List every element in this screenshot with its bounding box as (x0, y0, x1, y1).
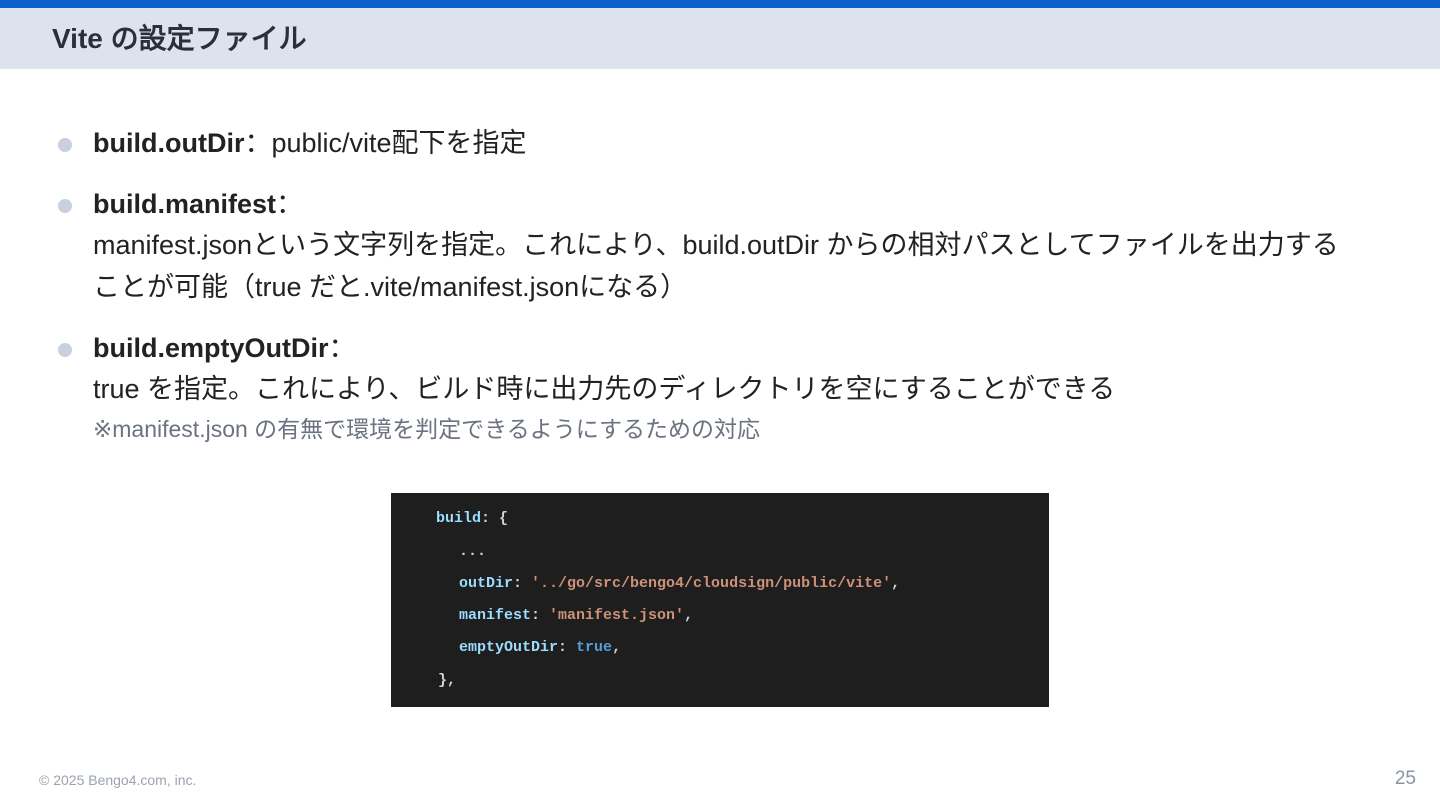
code-punct: , (684, 607, 694, 624)
code-punct: , (612, 639, 622, 656)
top-accent-bar (0, 0, 1440, 8)
bullet-separator: ： (244, 128, 272, 158)
bullet-line: build.outDir：public/vite配下を指定 (93, 122, 527, 164)
bullet-separator: ： (276, 189, 304, 219)
bullet-dot (58, 199, 72, 213)
bullet-text-line: manifest.jsonという文字列を指定。これにより、build.outDi… (93, 230, 1339, 260)
slide-header: Vite の設定ファイル (0, 8, 1440, 69)
code-punct: , (891, 575, 901, 592)
bullet-term: build.manifest (93, 189, 277, 219)
bullet-dot (58, 343, 72, 357)
code-string: '../go/src/bengo4/cloudsign/public/vite' (531, 575, 892, 592)
code-line: build: { (436, 509, 508, 529)
code-key: manifest (459, 607, 532, 624)
code-line: }, (438, 671, 456, 691)
code-string: 'manifest.json' (549, 607, 685, 624)
code-line: emptyOutDir: true, (459, 638, 621, 658)
code-key: outDir (459, 575, 514, 592)
bullet-text-line: ことが可能（true だと.vite/manifest.jsonになる） (93, 272, 688, 302)
code-block: build: { ... outDir: '../go/src/bengo4/c… (391, 493, 1049, 707)
code-line: manifest: 'manifest.json', (459, 606, 693, 626)
code-ellipsis: ... (459, 543, 487, 560)
footer-copyright: © 2025 Bengo4.com, inc. (39, 772, 197, 788)
code-key: emptyOutDir (459, 639, 559, 656)
code-punct: : { (481, 510, 509, 527)
bullet-dot (58, 138, 72, 152)
code-key: build (436, 510, 482, 527)
code-line: outDir: '../go/src/bengo4/cloudsign/publ… (459, 574, 900, 594)
bullet-separator: ： (328, 333, 356, 363)
bullet-line: build.manifest： (93, 183, 303, 225)
bullet-note: ※manifest.json の有無で環境を判定できるようにするための対応 (93, 416, 760, 442)
bullet-text: public/vite配下を指定 (271, 128, 527, 158)
code-punct: : (513, 575, 532, 592)
bullet-text-line: true を指定。これにより、ビルド時に出力先のディレクトリを空にすることができ… (93, 374, 1116, 404)
code-punct: : (531, 607, 550, 624)
code-punct: : (558, 639, 577, 656)
slide-title: Vite の設定ファイル (52, 23, 307, 54)
bullet-line: build.emptyOutDir： (93, 327, 356, 369)
bullet-term: build.outDir (93, 128, 245, 158)
bullet-term: build.emptyOutDir (93, 333, 329, 363)
code-punct: }, (438, 672, 457, 689)
code-line: ... (459, 542, 486, 562)
code-boolean: true (576, 639, 613, 656)
page-number: 25 (1394, 768, 1416, 789)
